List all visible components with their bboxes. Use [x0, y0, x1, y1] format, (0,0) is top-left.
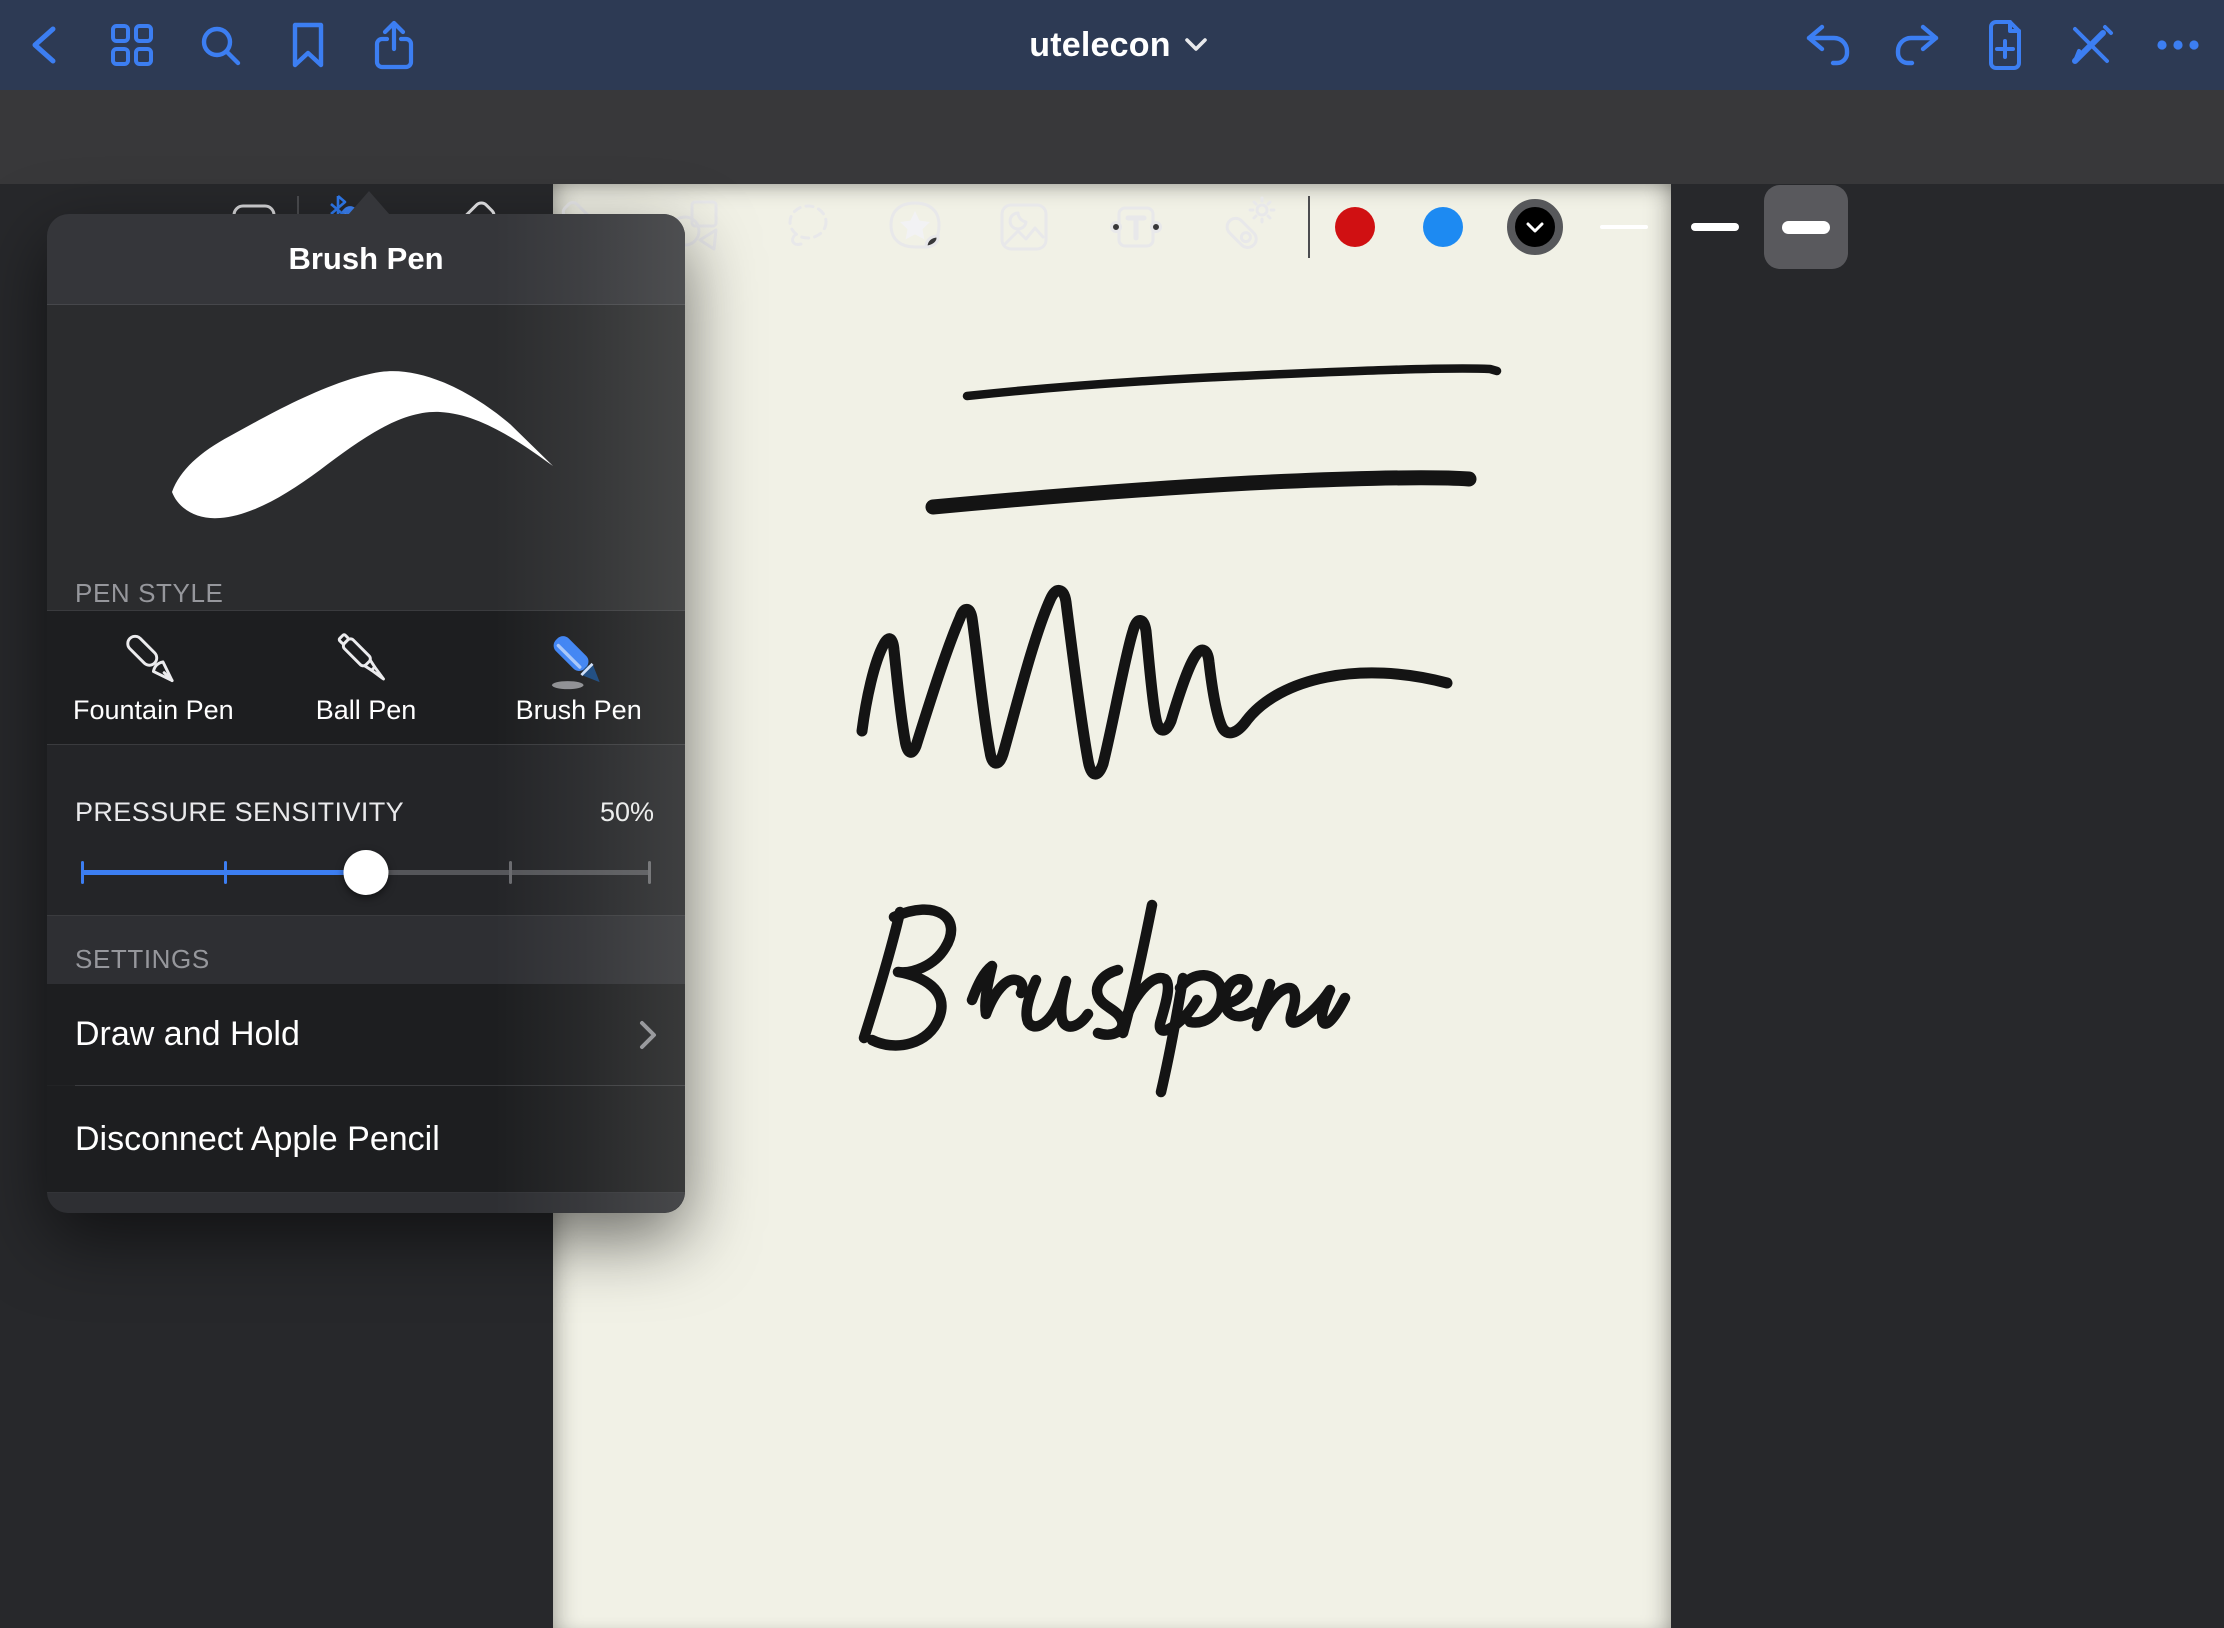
text-tool[interactable] [1098, 189, 1174, 265]
slider-tick-25 [224, 861, 227, 884]
undo-button[interactable] [1801, 17, 1857, 73]
bookmark-icon [288, 21, 328, 69]
disconnect-apple-pencil-label: Disconnect Apple Pencil [75, 1120, 440, 1159]
note-page-canvas[interactable]: Brush pen [553, 184, 1671, 1628]
back-button[interactable] [16, 17, 72, 73]
pen-style-label: Brush Pen [516, 695, 642, 726]
lasso-icon [773, 194, 839, 260]
chevron-right-icon [639, 1020, 657, 1050]
settings-section-label: SETTINGS [75, 944, 210, 973]
more-options-button[interactable] [2150, 17, 2206, 73]
ink-line-thin [967, 369, 1497, 396]
stroke-width-thin[interactable] [1586, 189, 1662, 265]
stroke-preview-swoosh [47, 305, 685, 610]
popover-title: Brush Pen [288, 241, 443, 277]
pen-style-brush-selected[interactable]: Brush Pen [472, 611, 685, 744]
popover-header: Brush Pen [47, 214, 685, 305]
thick-line-icon [1782, 221, 1830, 234]
settings-section-header: SETTINGS [47, 915, 685, 985]
grid-icon [109, 22, 155, 68]
draw-and-hold-row[interactable]: Draw and Hold [47, 984, 685, 1085]
draw-and-hold-label: Draw and Hold [75, 1015, 300, 1054]
brush-pen-popover: Brush Pen PEN STYLE Fountain Pen Ball Pe… [47, 214, 685, 1213]
back-icon [27, 23, 61, 67]
elements-tool[interactable] [877, 189, 953, 265]
undo-icon [1804, 23, 1854, 67]
thumbnails-button[interactable] [104, 17, 160, 73]
color-swatch-red[interactable] [1335, 207, 1375, 247]
stroke-width-thick-selected[interactable] [1764, 185, 1848, 269]
share-icon [372, 19, 416, 71]
laser-pointer-icon [1214, 194, 1280, 260]
thin-line-icon [1600, 225, 1648, 229]
disconnect-apple-pencil-row[interactable]: Disconnect Apple Pencil [47, 1086, 685, 1192]
fountain-pen-icon [117, 621, 189, 693]
ellipsis-icon [2156, 39, 2200, 51]
pen-style-fountain[interactable]: Fountain Pen [47, 611, 260, 744]
ink-word-pen [1161, 975, 1345, 1092]
document-title-label: utelecon [1029, 26, 1170, 65]
image-icon [991, 194, 1057, 260]
search-icon [197, 22, 243, 68]
ball-pen-icon [330, 621, 402, 693]
app-root: { "topbar": { "title": "utelecon", "left… [0, 0, 2224, 1628]
pen-style-section-label: PEN STYLE [75, 578, 223, 609]
top-navigation-bar: utelecon [0, 0, 2224, 90]
toolbar-divider [1308, 196, 1310, 258]
popover-caret [348, 191, 390, 215]
pen-style-ball[interactable]: Ball Pen [260, 611, 473, 744]
pressure-sensitivity-value: 50% [600, 797, 654, 828]
slider-tick-75 [509, 861, 512, 884]
pen-style-selector: Fountain Pen Ball Pen Brush Pen [47, 610, 685, 745]
add-page-button[interactable] [1977, 17, 2033, 73]
color-swatch-blue[interactable] [1423, 207, 1463, 247]
chevron-down-icon [1526, 222, 1544, 233]
pressure-sensitivity-section: PRESSURE SENSITIVITY 50% [47, 745, 685, 915]
ink-zigzag [862, 590, 1447, 774]
stroke-width-medium[interactable] [1677, 189, 1753, 265]
sticker-star-icon [882, 194, 948, 260]
pressure-slider-thumb[interactable] [344, 850, 389, 895]
pen-style-label: Ball Pen [316, 695, 417, 726]
ink-word-brush [864, 905, 1197, 1045]
search-button[interactable] [192, 17, 248, 73]
redo-button[interactable] [1888, 17, 1944, 73]
brush-pen-icon [543, 621, 615, 693]
add-page-icon [1984, 19, 2026, 71]
stroke-preview: PEN STYLE [47, 305, 685, 610]
laser-pointer-tool[interactable] [1209, 189, 1285, 265]
document-title[interactable]: utelecon [998, 0, 1238, 90]
pressure-slider[interactable] [81, 844, 651, 900]
slider-tick-0 [81, 861, 84, 884]
popover-footer [47, 1192, 685, 1213]
chevron-down-icon [1185, 38, 1207, 52]
ink-strokes [553, 184, 1671, 1628]
image-tool[interactable] [986, 189, 1062, 265]
pen-slash-icon [2067, 21, 2115, 69]
drawing-toolbar [0, 90, 2224, 184]
pen-style-label: Fountain Pen [73, 695, 234, 726]
medium-line-icon [1691, 223, 1739, 231]
read-only-toggle-button[interactable] [2063, 17, 2119, 73]
bookmark-button[interactable] [280, 17, 336, 73]
redo-icon [1891, 23, 1941, 67]
lasso-tool[interactable] [768, 189, 844, 265]
text-box-icon [1103, 194, 1169, 260]
pressure-sensitivity-label: PRESSURE SENSITIVITY [75, 797, 404, 828]
color-swatch-black-selected[interactable] [1507, 199, 1563, 255]
slider-tick-100 [648, 861, 651, 884]
share-button[interactable] [366, 17, 422, 73]
ink-line-thick [933, 478, 1469, 507]
